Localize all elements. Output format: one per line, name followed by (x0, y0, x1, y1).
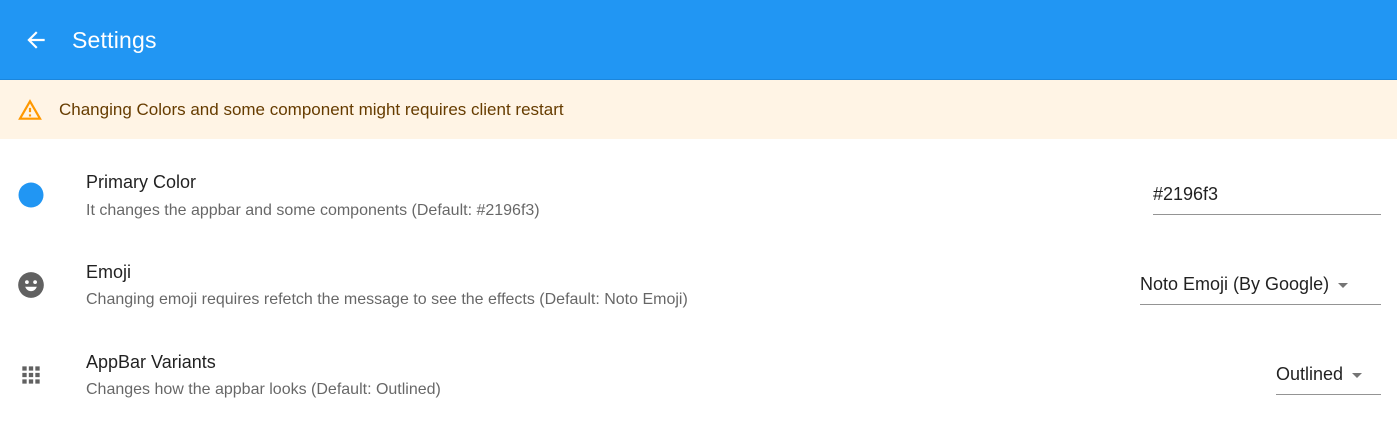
restart-warning-banner: Changing Colors and some component might… (0, 80, 1397, 139)
setting-title: Emoji (86, 262, 132, 282)
back-button[interactable] (18, 22, 54, 58)
dropdown-arrow-icon (1331, 273, 1355, 297)
appbar-variant-select-value: Outlined (1276, 364, 1344, 384)
setting-row-primary-color: Primary Color It changes the appbar and … (0, 150, 1397, 240)
warning-icon (18, 99, 42, 120)
emoji-select[interactable]: Noto Emoji (By Google) (1140, 265, 1381, 305)
setting-description: Changing emoji requires refetch the mess… (86, 291, 688, 308)
settings-page: Settings Changing Colors and some compon… (0, 0, 1397, 436)
page-title: Settings (72, 27, 157, 53)
setting-title: AppBar Variants (86, 352, 216, 372)
color-circle-icon (17, 181, 45, 209)
setting-row-emoji: Emoji Changing emoji requires refetch th… (0, 240, 1397, 330)
banner-message: Changing Colors and some component might… (59, 100, 564, 119)
appbar-variant-select[interactable]: Outlined (1276, 355, 1381, 395)
setting-title: Primary Color (86, 172, 197, 192)
setting-description: Changes how the appbar looks (Default: O… (86, 381, 441, 398)
app-bar: Settings (0, 0, 1397, 80)
setting-description: It changes the appbar and some component… (86, 202, 540, 219)
apps-grid-icon (17, 361, 45, 389)
dropdown-arrow-icon (1345, 363, 1369, 387)
arrow-back-icon (27, 31, 45, 49)
primary-color-input[interactable] (1153, 175, 1381, 214)
emoji-select-value: Noto Emoji (By Google) (1140, 274, 1330, 294)
setting-row-appbar-variants: AppBar Variants Changes how the appbar l… (0, 330, 1397, 420)
emoji-icon (17, 271, 45, 299)
primary-color-field[interactable] (1153, 175, 1381, 215)
